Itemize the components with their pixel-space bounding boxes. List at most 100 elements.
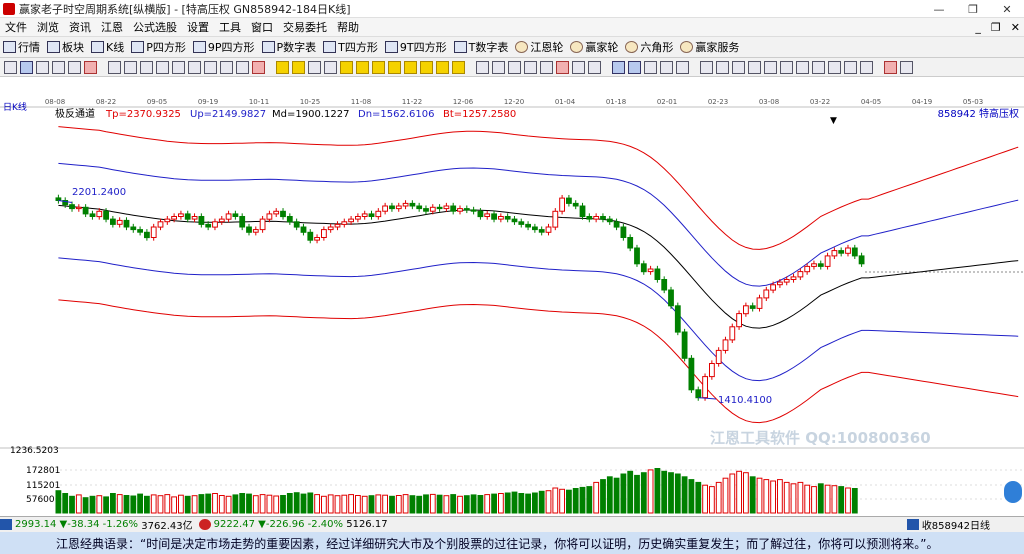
chart-status-icon (906, 519, 919, 530)
menu-formula[interactable]: 公式选股 (128, 19, 182, 35)
fork-icon-3[interactable] (140, 60, 153, 74)
diamond-icon-4[interactable] (388, 60, 401, 74)
date-tick: 11-22 (402, 98, 422, 106)
pencil-icon[interactable] (540, 60, 553, 74)
fork-icon-9[interactable] (236, 60, 249, 74)
candle-icon[interactable] (36, 60, 49, 74)
toolbar-p-table[interactable]: P数字表 (261, 39, 316, 55)
minimize-button[interactable]: — (922, 0, 956, 18)
nav-prev-icon[interactable] (292, 60, 305, 74)
menu-file[interactable]: 文件 (0, 19, 32, 35)
menu-tools[interactable]: 工具 (214, 19, 246, 35)
chart-type-icon-7[interactable] (796, 60, 809, 74)
fork-icon-6[interactable] (188, 60, 201, 74)
chart-type-icon-8[interactable] (812, 60, 825, 74)
toolbar-gann-wheel[interactable]: 江恩轮 (515, 39, 563, 55)
candle (375, 210, 382, 218)
chart-area[interactable]: 日K线 极反通道 Tp=2370.9325 Up=2149.9827 Md=19… (0, 77, 1024, 516)
close-button[interactable]: ✕ (990, 0, 1024, 18)
diamond-icon-8[interactable] (452, 60, 465, 74)
price-chart[interactable]: 日K线 极反通道 Tp=2370.9325 Up=2149.9827 Md=19… (0, 77, 1024, 516)
chart-type-icon-2[interactable] (716, 60, 729, 74)
menu-help[interactable]: 帮助 (332, 19, 364, 35)
menu-trade[interactable]: 交易委托 (278, 19, 332, 35)
grid-toggle-icon[interactable] (660, 60, 673, 74)
candle (763, 289, 770, 299)
menu-settings[interactable]: 设置 (182, 19, 214, 35)
menu-browse[interactable]: 浏览 (32, 19, 64, 35)
volume-bar (368, 495, 375, 514)
toolbar-p-square[interactable]: P四方形 (131, 39, 186, 55)
chart-type-icon-9[interactable] (828, 60, 841, 74)
menu-window[interactable]: 窗口 (246, 19, 278, 35)
index2-status[interactable]: 9222.47 ▼-226.96 -2.40% 5126.17 (198, 519, 388, 530)
toolbar-service[interactable]: 赢家服务 (680, 39, 739, 55)
toolbar-t-table[interactable]: T数字表 (453, 39, 508, 55)
menu-gann[interactable]: 江恩 (96, 19, 128, 35)
symbol-label: 858942 特高压权 (938, 107, 1019, 120)
candle (545, 226, 552, 233)
eraser-icon[interactable] (556, 60, 569, 74)
chart-type-icon-6[interactable] (780, 60, 793, 74)
arc-icon[interactable] (588, 60, 601, 74)
menu-info[interactable]: 资讯 (64, 19, 96, 35)
text-icon[interactable] (572, 60, 585, 74)
chart-type-icon-11[interactable] (860, 60, 873, 74)
line-icon[interactable] (68, 60, 81, 74)
volume-bar (634, 474, 640, 514)
window-controls: — ❐ ✕ (922, 0, 1024, 18)
cross-icon[interactable] (492, 60, 505, 74)
diamond-icon-7[interactable] (436, 60, 449, 74)
diamond-icon-3[interactable] (372, 60, 385, 74)
chart-type-icon-4[interactable] (748, 60, 761, 74)
toolbar-9p-square[interactable]: 9P四方形 (192, 39, 255, 55)
fork-icon-5[interactable] (172, 60, 185, 74)
mdi-restore-button[interactable]: ❐ (991, 21, 1001, 34)
diamond-icon-6[interactable] (420, 60, 433, 74)
chart-type-icon-1[interactable] (700, 60, 713, 74)
truck-icon[interactable] (676, 60, 689, 74)
chart-type-icon-10[interactable] (844, 60, 857, 74)
layout-icon[interactable] (4, 60, 17, 74)
bar-icon[interactable] (52, 60, 65, 74)
fork-icon-1[interactable] (108, 60, 121, 74)
diamond-icon-2[interactable] (356, 60, 369, 74)
color-icon[interactable] (884, 60, 897, 74)
candle (477, 210, 484, 218)
fork-icon-4[interactable] (156, 60, 169, 74)
toolbar-winner-wheel[interactable]: 赢家轮 (570, 39, 618, 55)
zoom-icon[interactable] (20, 60, 33, 74)
maximize-button[interactable]: ❐ (956, 0, 990, 18)
crosshair-icon[interactable] (508, 60, 521, 74)
cursor-icon[interactable] (524, 60, 537, 74)
fork-icon-2[interactable] (124, 60, 137, 74)
chart-type-icon-3[interactable] (732, 60, 745, 74)
toolbar-t-square[interactable]: T四方形 (323, 39, 378, 55)
chart-icon[interactable] (644, 60, 657, 74)
nav-right-icon[interactable] (324, 60, 337, 74)
toolbar-sectors[interactable]: 板块 (47, 39, 84, 55)
mdi-close-button[interactable]: ✕ (1011, 21, 1020, 34)
save-icon[interactable] (628, 60, 641, 74)
infinity-icon[interactable] (900, 60, 913, 74)
mdi-minimize-button[interactable]: _ (975, 21, 981, 34)
fork-icon-7[interactable] (204, 60, 217, 74)
fork-icon-10[interactable] (252, 60, 265, 74)
hand-icon[interactable] (476, 60, 489, 74)
toolbar-hexagon[interactable]: 六角形 (625, 39, 673, 55)
nav-left-icon[interactable] (308, 60, 321, 74)
side-panel-toggle-button[interactable] (1004, 481, 1022, 503)
candle (790, 276, 797, 280)
fork-icon-8[interactable] (220, 60, 233, 74)
toolbar-kline[interactable]: K线 (91, 39, 124, 55)
index1-status[interactable]: 2993.14 ▼-38.34 -1.26% 3762.43亿 (0, 517, 193, 532)
toolbar-quotes[interactable]: 行情 (3, 39, 40, 55)
chart-type-icon-5[interactable] (764, 60, 777, 74)
flag-icon[interactable] (84, 60, 97, 74)
volume-bar (450, 494, 457, 514)
calc-icon[interactable] (612, 60, 625, 74)
diamond-icon-1[interactable] (340, 60, 353, 74)
diamond-icon-5[interactable] (404, 60, 417, 74)
toolbar-9t-square[interactable]: 9T四方形 (384, 39, 447, 55)
nav-first-icon[interactable] (276, 60, 289, 74)
